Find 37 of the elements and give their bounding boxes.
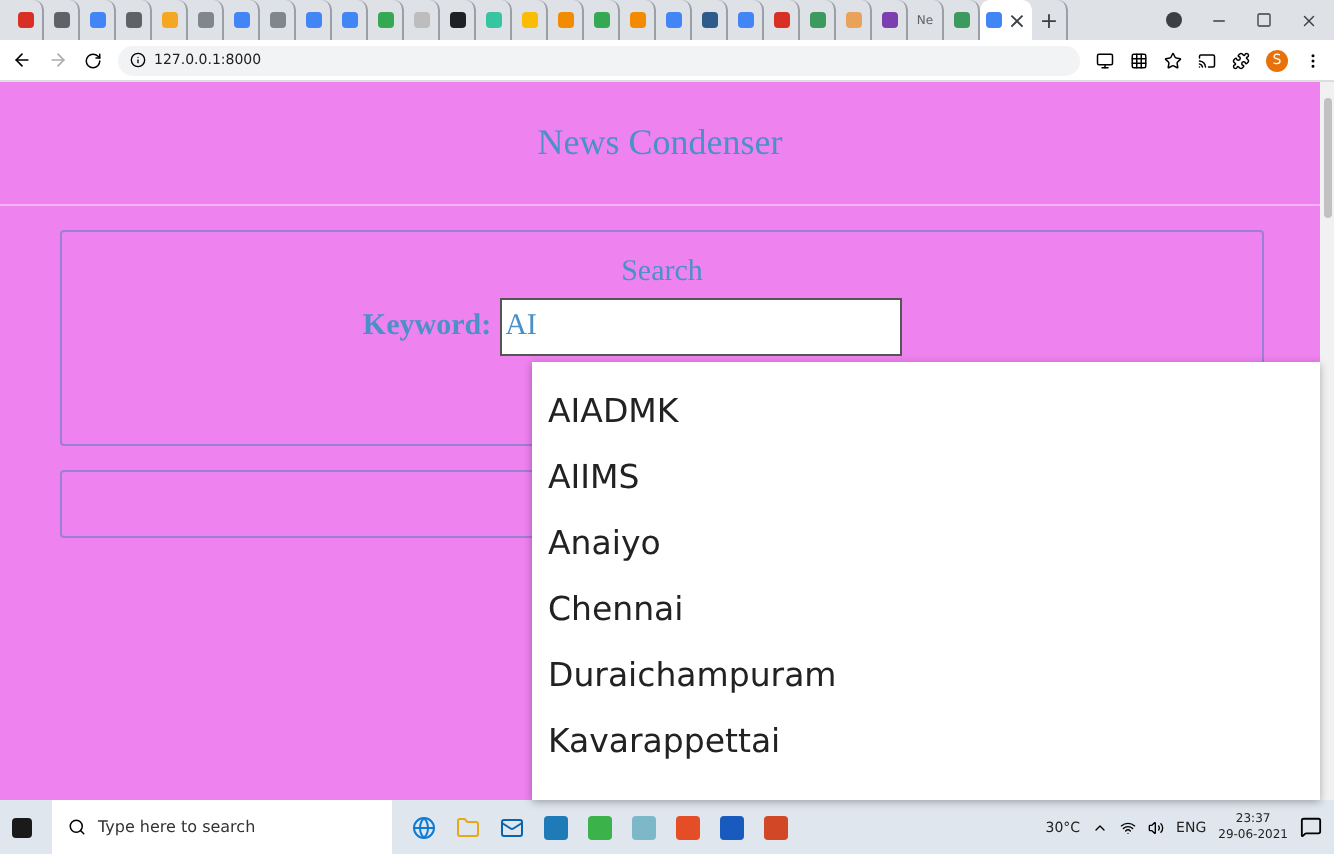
new-tab-button[interactable]: +	[1039, 9, 1059, 31]
extensions-icon[interactable]	[1232, 51, 1250, 69]
profile-icon[interactable]	[1166, 12, 1182, 28]
app-icon[interactable]	[588, 815, 612, 839]
app-icon[interactable]	[676, 815, 700, 839]
mail-icon[interactable]	[500, 815, 524, 839]
app-icon[interactable]	[544, 815, 568, 839]
search-heading: Search	[621, 256, 703, 290]
info-icon[interactable]	[130, 52, 146, 68]
browser-icon[interactable]	[412, 815, 436, 839]
app-icon[interactable]	[720, 815, 744, 839]
scrollbar-thumb[interactable]	[1323, 98, 1331, 218]
cast-icon[interactable]	[1198, 51, 1216, 69]
reload-icon[interactable]	[84, 51, 102, 69]
volume-icon[interactable]	[1148, 819, 1165, 835]
suggestion-item[interactable]: AIADMK	[532, 378, 1320, 444]
restore-icon[interactable]	[1256, 12, 1272, 28]
back-icon[interactable]	[12, 50, 32, 70]
notification-icon[interactable]	[1300, 816, 1322, 838]
forward-icon[interactable]	[48, 50, 68, 70]
star-icon[interactable]	[1164, 51, 1182, 69]
app-icon[interactable]	[764, 815, 788, 839]
suggestion-item[interactable]: Anaiyo	[532, 510, 1320, 576]
network-icon[interactable]	[1120, 819, 1137, 835]
suggestion-item[interactable]: Kavarappettai	[532, 708, 1320, 774]
page-title: News Condenser	[537, 122, 783, 164]
suggestion-item[interactable]: Duraichampuram	[532, 642, 1320, 708]
taskbar-search[interactable]: Type here to search	[52, 800, 392, 854]
suggestion-item[interactable]: AIIMS	[532, 444, 1320, 510]
keyword-label: Keyword:	[362, 310, 492, 344]
screen-icon[interactable]	[1096, 51, 1114, 69]
close-icon[interactable]	[1300, 11, 1318, 29]
search-icon[interactable]	[68, 818, 86, 836]
suggestion-item[interactable]: Chennai	[532, 576, 1320, 642]
tab-close-button[interactable]: ×	[1007, 9, 1027, 31]
browser-tab[interactable]: ×	[980, 0, 1032, 40]
grid-icon[interactable]	[1130, 51, 1148, 69]
